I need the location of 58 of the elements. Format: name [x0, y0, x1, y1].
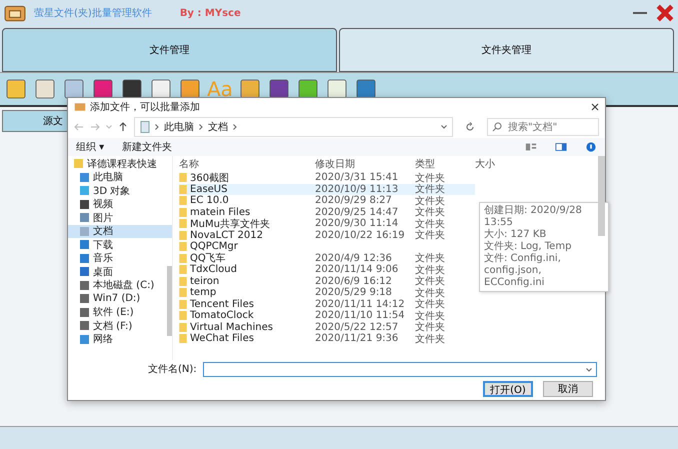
nav-item[interactable]: 下载 — [68, 238, 172, 252]
column-header[interactable]: 大小 — [475, 157, 515, 171]
folder-icon — [74, 102, 86, 112]
author-label: By : MYsce — [180, 8, 241, 18]
filename-field[interactable] — [202, 362, 597, 376]
command-button[interactable]: 新建文件夹 — [122, 140, 172, 154]
file-row[interactable]: MuMu共享文件夹 2020/9/30 11:14 文件夹 — [179, 218, 475, 230]
file-row[interactable]: Virtual Machines 2020/5/22 12:57 文件夹 — [179, 322, 475, 333]
file-row[interactable]: matein Files 2020/9/25 14:47 文件夹 — [179, 206, 475, 218]
file-row[interactable]: Tencent Files 2020/11/11 14:12 文件夹 — [179, 298, 475, 310]
file-row[interactable]: WeChat Files 2020/11/21 9:36 文件夹 — [179, 333, 475, 344]
nav-item[interactable]: 3D 对象 — [68, 184, 172, 198]
command-button[interactable]: 组织 ▾ — [76, 140, 104, 154]
column-header[interactable]: 修改日期 — [315, 157, 415, 171]
pane-icon[interactable] — [555, 142, 567, 152]
folder-icon — [74, 159, 83, 168]
nav-item[interactable]: 图片 — [68, 211, 172, 224]
nav-item[interactable]: 文档 (F:) — [68, 319, 172, 332]
file-row[interactable]: EaseUS 2020/10/9 11:13 文件夹 — [179, 184, 475, 195]
tooltip: 创建日期: 2020/9/28 13:55 大小: 127 KB 文件夹: Log, Temp 文件: Config.ini, config.json, ECConfig.ini — [479, 202, 609, 292]
file-row[interactable]: temp 2020/5/29 9:18 文件夹 — [179, 287, 475, 298]
file-row[interactable]: EC 10.0 2020/9/29 8:27 文件夹 — [179, 195, 475, 206]
tab[interactable]: 文件管理 — [2, 28, 337, 72]
filename-label: 文件名(N): — [148, 362, 197, 376]
help-icon[interactable] — [585, 142, 597, 152]
nav-item[interactable]: 网络 — [68, 332, 172, 346]
nav-item[interactable]: 此电脑 — [68, 170, 172, 184]
column-header[interactable]: 名称 — [179, 157, 315, 171]
scroll-bar[interactable] — [598, 156, 605, 236]
up-icon[interactable] — [118, 122, 128, 132]
app-title: 萤星文件(夹)批量管理软件 — [34, 6, 152, 20]
nav-item[interactable]: 桌面 — [68, 265, 172, 278]
dialog-button[interactable]: 打开(O) — [483, 381, 533, 397]
view-icon[interactable] — [525, 142, 537, 152]
dialog-button[interactable]: 取消 — [543, 381, 593, 397]
address-bar[interactable]: 此电脑 文档 — [134, 117, 453, 137]
tab[interactable]: 文件夹管理 — [339, 28, 674, 72]
nav-item[interactable]: 文档 — [68, 224, 172, 238]
refresh-icon[interactable] — [465, 122, 475, 132]
nav-item[interactable]: 视频 — [68, 198, 172, 211]
caret-icon[interactable] — [586, 368, 592, 372]
nav-item[interactable]: Win7 (D:) — [68, 292, 172, 306]
scroll-bar[interactable] — [167, 266, 172, 336]
file-row[interactable]: TdxCloud 2020/11/14 9:06 文件夹 — [179, 264, 475, 276]
nav-item[interactable]: 软件 (E:) — [68, 306, 172, 319]
nav-item[interactable]: 本地磁盘 (C:) — [68, 278, 172, 292]
search-field[interactable]: 搜索"文档" — [487, 118, 599, 136]
column-header[interactable]: 类型 — [415, 157, 475, 171]
nav-item[interactable]: 译德课程表快速 — [68, 157, 172, 170]
file-row[interactable]: NovaLCT 2012 2020/10/22 16:19 文件夹 — [179, 230, 475, 241]
file-row[interactable]: QQPCMgr — [179, 241, 475, 252]
file-row[interactable]: TomatoClock 2020/11/10 11:54 文件夹 — [179, 310, 475, 322]
close-icon[interactable] — [591, 103, 599, 111]
file-row[interactable]: QQ飞车 2020/4/9 12:36 文件夹 — [179, 252, 475, 264]
folder-icon — [4, 4, 26, 22]
file-row[interactable]: teiron 2020/6/9 16:12 文件夹 — [179, 276, 475, 287]
nav-item[interactable]: 音乐 — [68, 252, 172, 265]
file-row[interactable]: 360截图 2020/3/31 15:41 文件夹 — [179, 172, 475, 184]
